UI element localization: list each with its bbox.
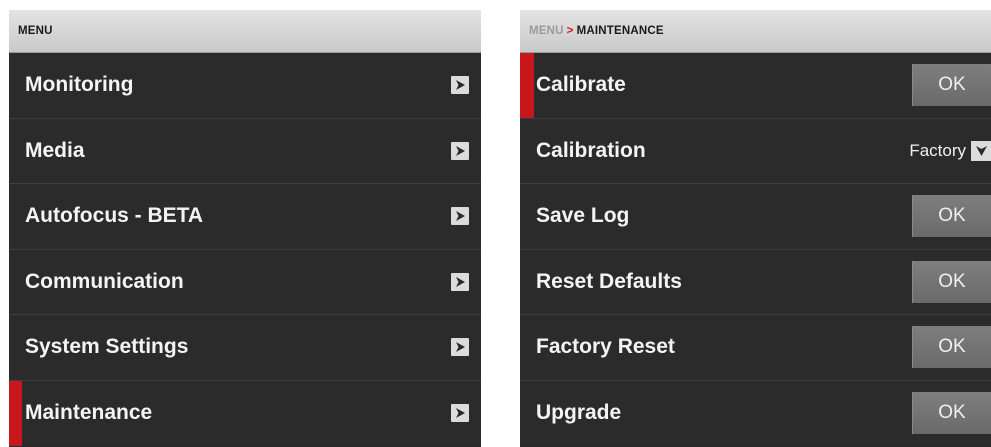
menu-item-autofocus[interactable]: Autofocus - BETA — [9, 184, 481, 250]
menu-item-label: Maintenance — [25, 401, 153, 425]
setting-calibrate: Calibrate OK — [520, 53, 991, 119]
chevron-right-icon[interactable] — [451, 141, 469, 160]
dropdown-value: Factory — [909, 140, 966, 160]
menu-item-monitoring[interactable]: Monitoring — [9, 53, 481, 119]
calibrate-ok-button[interactable]: OK — [912, 64, 991, 107]
selection-indicator — [9, 380, 22, 446]
menu-header: MENU — [9, 10, 481, 53]
setting-reset-defaults: Reset Defaults OK — [520, 249, 991, 315]
setting-label: Save Log — [536, 204, 630, 228]
maintenance-panel: MENU > MAINTENANCE Calibrate OK Calibrat… — [520, 10, 991, 447]
chevron-right-icon[interactable] — [451, 272, 469, 291]
menu-item-label: Monitoring — [25, 73, 134, 97]
setting-label: Upgrade — [536, 401, 622, 425]
setting-calibration: Calibration Factory — [520, 118, 991, 184]
setting-label: Factory Reset — [536, 335, 675, 359]
setting-label: Reset Defaults — [536, 269, 682, 293]
menu-title: MENU — [18, 25, 53, 37]
menu-item-label: Communication — [25, 269, 184, 293]
save-log-ok-button[interactable]: OK — [912, 195, 991, 238]
breadcrumb: MENU > MAINTENANCE — [520, 10, 991, 53]
chevron-right-icon[interactable] — [451, 76, 469, 95]
selection-indicator — [520, 53, 534, 118]
menu-item-label: Autofocus - BETA — [25, 204, 204, 228]
menu-item-communication[interactable]: Communication — [9, 249, 481, 315]
main-menu-panel: MENU Monitoring Media Autofocus - BETA C… — [9, 10, 481, 447]
breadcrumb-separator-icon: > — [566, 25, 574, 37]
chevron-right-icon[interactable] — [451, 338, 469, 357]
breadcrumb-root[interactable]: MENU — [529, 25, 564, 37]
reset-defaults-ok-button[interactable]: OK — [912, 260, 991, 303]
menu-item-label: System Settings — [25, 335, 189, 359]
chevron-right-icon[interactable] — [451, 207, 469, 226]
chevron-right-icon[interactable] — [451, 404, 469, 423]
setting-label: Calibration — [536, 138, 646, 162]
menu-item-label: Media — [25, 138, 85, 162]
triangle-down-icon[interactable] — [971, 140, 991, 161]
factory-reset-ok-button[interactable]: OK — [912, 326, 991, 369]
setting-factory-reset: Factory Reset OK — [520, 315, 991, 381]
setting-save-log: Save Log OK — [520, 184, 991, 250]
setting-label: Calibrate — [536, 73, 626, 97]
menu-item-media[interactable]: Media — [9, 118, 481, 184]
upgrade-ok-button[interactable]: OK — [912, 392, 991, 435]
menu-item-system-settings[interactable]: System Settings — [9, 315, 481, 381]
calibration-dropdown[interactable]: Factory — [909, 139, 991, 163]
setting-upgrade: Upgrade OK — [520, 380, 991, 446]
menu-item-maintenance[interactable]: Maintenance — [9, 380, 481, 446]
breadcrumb-current: MAINTENANCE — [576, 25, 664, 37]
